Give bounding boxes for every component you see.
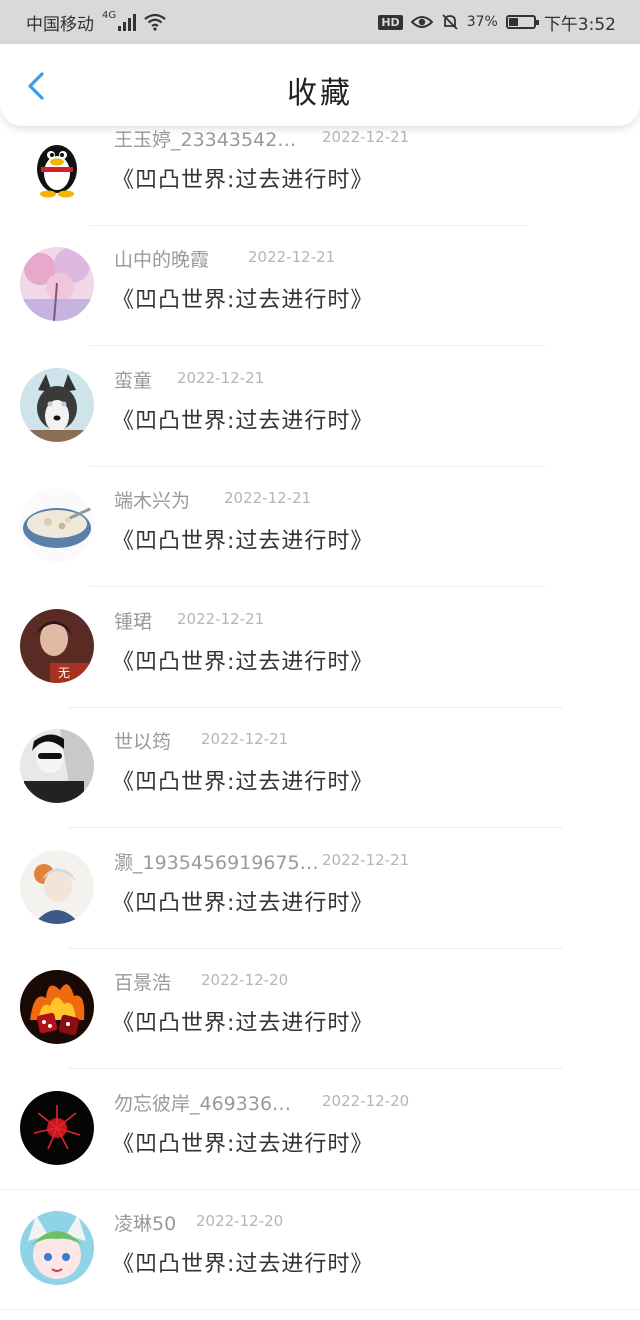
illustration-avatar[interactable] [20,850,94,924]
divider [68,948,563,949]
divider [68,827,563,828]
mute-bell-icon [442,14,458,30]
bw-portrait-avatar[interactable] [20,729,94,803]
svg-text:无: 无 [58,666,70,680]
favorite-item[interactable]: 世以筠 2022-12-21 《凹凸世界:过去进行时》 [0,718,640,838]
status-left: 中国移动 4G [26,10,166,35]
favorite-item[interactable]: 蛮童 2022-12-21 《凹凸世界:过去进行时》 [0,357,640,477]
favorite-date: 2022-12-20 [196,1212,284,1230]
dessert-bowl-avatar[interactable] [20,488,94,562]
favorite-item[interactable]: 无 锺珺 2022-12-21 《凹凸世界:过去进行时》 [0,598,640,718]
work-title[interactable]: 《凹凸世界:过去进行时》 [112,1005,373,1037]
favorite-date: 2022-12-21 [177,610,265,628]
user-name[interactable]: 王玉婷_23343542… [114,125,296,152]
fire-dice-avatar[interactable] [20,970,94,1044]
favorite-item[interactable]: 百景浩 2022-12-20 《凹凸世界:过去进行时》 [0,959,640,1079]
pink-blossom-avatar[interactable] [20,247,94,321]
favorite-date: 2022-12-20 [322,1092,410,1110]
penguin-avatar[interactable] [20,127,94,201]
user-name[interactable]: 勿忘彼岸_469336… [114,1089,291,1116]
divider [68,1068,563,1069]
wifi-icon [144,13,166,31]
divider [90,466,545,467]
favorite-date: 2022-12-21 [201,730,289,748]
signal-icon [118,13,137,31]
work-title[interactable]: 《凹凸世界:过去进行时》 [112,162,373,194]
work-title[interactable]: 《凹凸世界:过去进行时》 [112,885,373,917]
work-title[interactable]: 《凹凸世界:过去进行时》 [112,1246,373,1278]
work-title[interactable]: 《凹凸世界:过去进行时》 [112,644,373,676]
status-right: HD 37% 下午3:52 [378,10,616,35]
favorite-date: 2022-12-21 [322,128,410,146]
favorite-date: 2022-12-21 [224,489,312,507]
work-title[interactable]: 《凹凸世界:过去进行时》 [112,764,373,796]
divider [0,1309,640,1310]
divider [90,225,528,226]
user-name[interactable]: 锺珺 [114,607,152,634]
status-bar: 中国移动 4G HD 37% 下午3:52 [0,0,640,44]
work-title[interactable]: 《凹凸世界:过去进行时》 [112,523,373,555]
nav-header: 收藏 [0,44,640,126]
favorite-item[interactable]: 灏_1935456919675… 2022-12-21 《凹凸世界:过去进行时》 [0,839,640,959]
network-type: 4G [102,9,117,21]
battery-icon [505,15,539,29]
user-name[interactable]: 世以筠 [114,727,171,754]
husky-avatar[interactable] [20,368,94,442]
red-flower-avatar[interactable] [20,1091,94,1165]
favorite-date: 2022-12-20 [201,971,289,989]
work-title[interactable]: 《凹凸世界:过去进行时》 [112,282,373,314]
page-title: 收藏 [287,76,353,111]
divider [90,345,545,346]
divider [68,707,563,708]
eye-icon [410,16,433,28]
work-title[interactable]: 《凹凸世界:过去进行时》 [112,403,373,435]
user-name[interactable]: 山中的晚霞 [114,245,209,272]
favorite-item[interactable]: 凌琳50 2022-12-20 《凹凸世界:过去进行时》 [0,1200,640,1320]
user-name[interactable]: 端木兴为 [114,486,190,513]
user-name[interactable]: 凌琳50 [114,1209,176,1236]
carrier-label: 中国移动 [26,14,94,35]
favorite-item[interactable]: 山中的晚霞 2022-12-21 《凹凸世界:过去进行时》 [0,236,640,356]
user-name[interactable]: 灏_1935456919675… [114,848,319,875]
favorite-item[interactable]: 勿忘彼岸_469336… 2022-12-20 《凹凸世界:过去进行时》 [0,1080,640,1200]
clock: 下午3:52 [543,14,616,35]
user-name[interactable]: 蛮童 [114,366,152,393]
favorite-item[interactable]: 端木兴为 2022-12-21 《凹凸世界:过去进行时》 [0,477,640,597]
battery-percent: 37% [466,14,498,30]
hd-icon: HD [378,14,403,30]
favorite-date: 2022-12-21 [322,851,410,869]
cartoon-avatar[interactable] [20,1211,94,1285]
user-name[interactable]: 百景浩 [114,968,171,995]
favorite-item[interactable]: 王玉婷_23343542… 2022-12-21 《凹凸世界:过去进行时》 [0,116,640,236]
favorite-date: 2022-12-21 [177,369,265,387]
person-avatar[interactable]: 无 [20,609,94,683]
divider [0,1189,640,1190]
favorite-date: 2022-12-21 [248,248,336,266]
divider [90,586,545,587]
work-title[interactable]: 《凹凸世界:过去进行时》 [112,1126,373,1158]
